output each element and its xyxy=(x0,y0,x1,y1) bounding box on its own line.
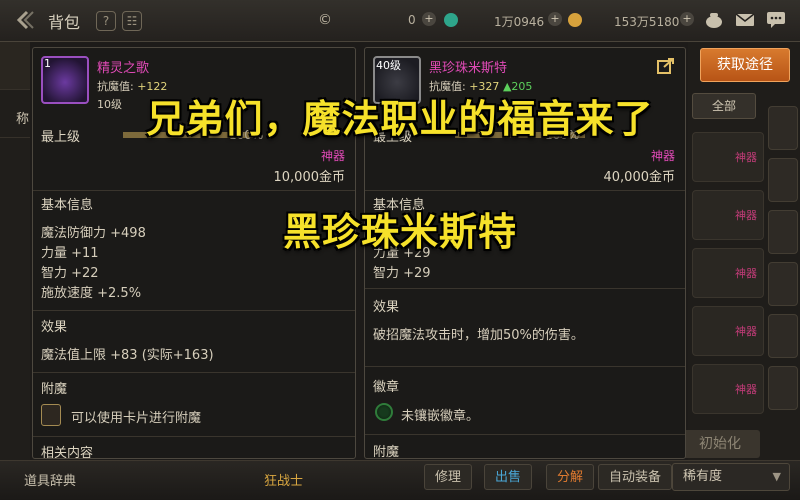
rarity-label: 稀有度 xyxy=(683,469,723,484)
acquire-route-button[interactable]: 获取途径 xyxy=(700,48,790,82)
divider xyxy=(33,372,355,373)
item-thumbnail[interactable] xyxy=(768,158,798,202)
class-label: 狂战士 xyxy=(264,474,304,489)
help-icon[interactable]: ? xyxy=(96,11,116,31)
top-bar: 背包 ? ☷ © 0 + 1万0946 + 153万5180 + xyxy=(0,0,800,42)
currency-b-value: 1万0946 xyxy=(494,15,545,29)
category-tab[interactable] xyxy=(0,42,30,90)
divider xyxy=(365,434,685,435)
mail-icon[interactable] xyxy=(735,11,755,29)
chat-icon[interactable] xyxy=(766,11,786,29)
divider xyxy=(365,190,685,191)
decompose-button[interactable]: 分解 xyxy=(546,464,595,490)
enchant-card-slot[interactable] xyxy=(41,404,61,426)
share-icon[interactable] xyxy=(657,58,675,74)
add-currency-c-icon[interactable]: + xyxy=(680,12,694,26)
effect-text: 破招魔法攻击时，增加50%的伤害。 xyxy=(373,328,584,343)
currency-c-icon: © xyxy=(318,12,332,28)
list-item[interactable]: 神器 xyxy=(692,364,764,414)
currency-c-value: 153万5180 xyxy=(614,15,680,29)
calendar-icon[interactable]: ☷ xyxy=(122,11,142,31)
auto-equip-button[interactable]: 自动装备 xyxy=(598,464,673,490)
related-title: 相关内容 xyxy=(41,446,94,459)
stat-line: 智力 +22 xyxy=(41,266,99,281)
item-codex-button[interactable]: 道具辞典 xyxy=(24,470,76,489)
add-currency-a-icon[interactable]: + xyxy=(422,12,436,26)
item-thumbnail[interactable] xyxy=(768,314,798,358)
enchant-title: 附魔 xyxy=(41,382,68,397)
rarity-tag: 神器 xyxy=(650,149,675,163)
video-caption-main: 兄弟们，魔法职业的福音来了 xyxy=(146,97,654,141)
bag-icon[interactable] xyxy=(704,11,724,29)
item-price: 40,000金币 xyxy=(603,170,676,185)
divider xyxy=(33,436,355,437)
page-title: 背包 xyxy=(48,13,81,32)
currency-a-value: 0 xyxy=(408,13,416,27)
emblem-slot[interactable] xyxy=(375,403,393,421)
list-item[interactable]: 神器 xyxy=(692,306,764,356)
item-price: 10,000金币 xyxy=(273,170,346,185)
green-gem-icon xyxy=(444,13,458,27)
sell-button[interactable]: 出售 xyxy=(484,464,533,490)
divider xyxy=(33,190,355,191)
item-name: 精灵之歌 xyxy=(97,61,150,76)
divider xyxy=(365,366,685,367)
rarity-dropdown[interactable]: 稀有度 ▼ xyxy=(672,463,790,491)
back-arrow-icon[interactable] xyxy=(12,8,36,32)
divider xyxy=(33,310,355,311)
item-thumbnail[interactable] xyxy=(768,262,798,306)
effect-title: 效果 xyxy=(373,300,400,315)
gold-coin-icon xyxy=(568,13,582,27)
add-currency-b-icon[interactable]: + xyxy=(548,12,562,26)
stat-line: 智力 +29 xyxy=(373,266,431,281)
enchant-title: 附魔 xyxy=(373,445,400,459)
initialize-button[interactable]: 初始化 xyxy=(680,430,760,458)
item-thumbnail[interactable] xyxy=(768,366,798,410)
video-caption-sub: 黑珍珠米斯特 xyxy=(282,210,517,254)
enchant-text: 可以使用卡片进行附魔 xyxy=(71,411,202,426)
effect-text: 魔法值上限 +83 (实际+163) xyxy=(41,348,214,363)
repair-button[interactable]: 修理 xyxy=(424,464,473,490)
effect-title: 效果 xyxy=(41,320,68,335)
rarity-tag: 神器 xyxy=(320,149,345,163)
emblem-text: 未镶嵌徽章。 xyxy=(401,409,480,424)
chevron-down-icon: ▼ xyxy=(772,470,781,483)
item-name: 黑珍珠米斯特 xyxy=(429,61,508,76)
stat-line: 施放速度 +2.5% xyxy=(41,286,142,301)
divider xyxy=(365,288,685,289)
emblem-title: 徽章 xyxy=(373,380,400,395)
